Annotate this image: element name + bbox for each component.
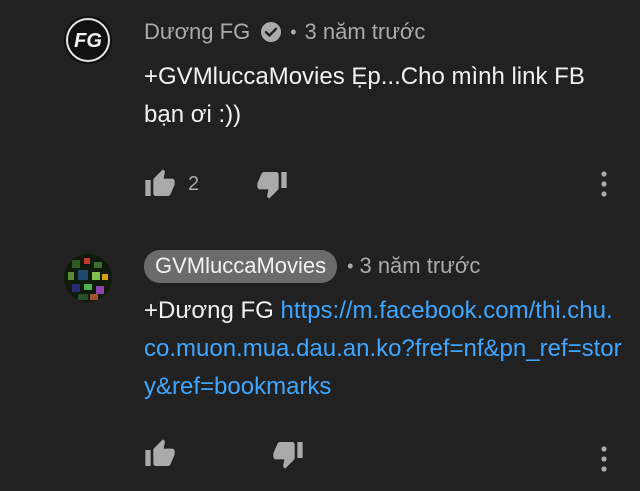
separator-dot: • — [290, 21, 297, 42]
comment-time[interactable]: 3 năm trước — [305, 19, 426, 45]
fg-logo-icon: FG — [64, 16, 112, 64]
separator-dot: • — [347, 255, 354, 276]
mention-text[interactable]: +Dương FG — [144, 297, 274, 324]
comment-2: GVMluccaMovies • 3 năm trước +Dương FG h… — [0, 238, 640, 491]
verified-check-icon — [260, 21, 282, 43]
author-avatar[interactable]: FG — [64, 16, 112, 64]
comment-actions: 2 — [144, 168, 288, 200]
comment-text: +GVMluccaMovies Ẹp...Cho mình link FB bạ… — [144, 63, 585, 128]
thumb-up-icon[interactable] — [144, 438, 176, 470]
svg-text:FG: FG — [74, 30, 102, 52]
comments-thread: FG Dương FG • 3 năm trước +GVMluccaMovie… — [0, 0, 640, 491]
author-name-chip[interactable]: GVMluccaMovies — [144, 249, 338, 283]
like-count: 2 — [188, 172, 200, 195]
pixel-art-avatar-icon — [64, 254, 112, 302]
author-name[interactable]: Dương FG — [144, 19, 250, 45]
author-avatar[interactable] — [64, 254, 112, 302]
comment-time[interactable]: 3 năm trước — [359, 253, 480, 279]
comment-text: +Dương FG https://m.facebook.com/thi.chu… — [144, 292, 624, 406]
comment-actions — [144, 438, 304, 470]
more-vert-icon[interactable] — [592, 168, 616, 200]
thumb-down-icon[interactable] — [272, 438, 304, 470]
comment-1: FG Dương FG • 3 năm trước +GVMluccaMovie… — [0, 0, 640, 230]
thumb-down-icon[interactable] — [256, 168, 288, 200]
thumb-up-icon[interactable] — [144, 168, 176, 200]
comment-header: GVMluccaMovies • 3 năm trước — [144, 249, 480, 283]
more-vert-icon[interactable] — [592, 443, 616, 475]
comment-header: Dương FG • 3 năm trước — [144, 18, 425, 46]
